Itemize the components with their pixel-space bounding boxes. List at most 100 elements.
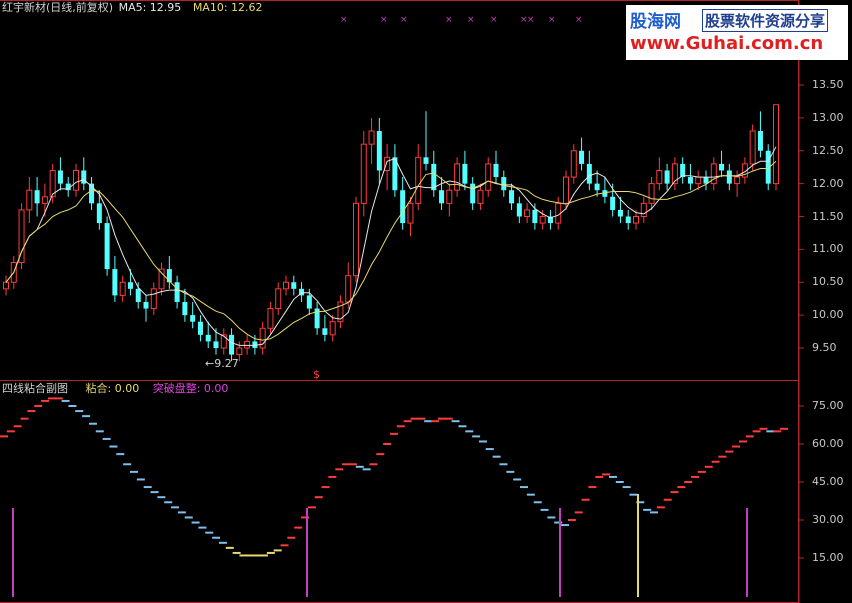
candle-body — [407, 202, 414, 224]
main-chart-header: 红宇新材(日线,前复权) MA5: 12.95 MA10: 12.62 — [2, 1, 263, 15]
candle-body — [470, 183, 476, 204]
candle-body — [485, 163, 492, 191]
candle-body — [423, 157, 429, 164]
low-price-value: 9.27 — [214, 357, 239, 370]
indicator-tick-label: 60.00 — [812, 437, 844, 450]
candle-body — [640, 202, 647, 218]
candle-body — [236, 347, 243, 356]
watermark-panel: 股海网 股票软件资源分享 www.Guhai.com.cn — [626, 5, 848, 60]
candle-body — [96, 203, 102, 224]
watermark-slogan: 股票软件资源分享 — [702, 9, 829, 32]
signal-marker: × — [380, 15, 388, 25]
candle-body — [213, 341, 219, 348]
candle-body — [368, 130, 375, 145]
price-tick-label: 12.50 — [812, 143, 844, 157]
candle-body — [633, 216, 639, 224]
price-tick-label: 9.50 — [812, 341, 837, 354]
candle-body — [34, 190, 40, 204]
candle-body — [73, 169, 79, 191]
low-price-arrow: ← — [205, 357, 215, 370]
candle-body — [610, 196, 616, 210]
candle-body — [306, 295, 312, 309]
candle-body — [41, 196, 48, 204]
candle-body — [532, 209, 538, 224]
signal-marker: × — [490, 15, 498, 25]
candle-body — [376, 131, 382, 171]
candle-body — [415, 156, 422, 204]
signal-marker: × — [467, 15, 475, 25]
candle-body — [586, 163, 592, 184]
candle-body — [150, 288, 157, 310]
candle-body — [57, 170, 63, 184]
candle-body — [190, 315, 196, 322]
candle-body — [493, 163, 499, 178]
signal-marker: × — [575, 15, 583, 25]
indicator-tick-label: 75.00 — [812, 399, 844, 412]
candle-body — [539, 216, 546, 224]
candle-body — [119, 281, 126, 296]
candle-body — [749, 130, 756, 165]
candle-body — [182, 301, 188, 316]
indicator-tick-label: 30.00 — [812, 513, 844, 526]
candle-body — [291, 282, 297, 289]
indicator-tick-label: 15.00 — [812, 551, 844, 564]
candle-body — [18, 209, 25, 264]
candle-body — [360, 143, 367, 204]
candle-body — [680, 163, 686, 178]
candle-body — [695, 176, 702, 185]
indicator-name: 四线粘合副图 — [2, 382, 68, 395]
candle-body — [509, 190, 515, 204]
low-price-label: ←9.27 — [205, 357, 239, 370]
candle-body — [625, 216, 631, 224]
candle-body — [244, 340, 251, 349]
signal-marker: × — [548, 15, 556, 25]
candle-body — [719, 163, 725, 171]
price-tick-label: 12.00 — [812, 176, 844, 190]
candle-body — [734, 176, 741, 185]
price-tick-label: 11.50 — [812, 209, 844, 223]
candle-body — [617, 209, 623, 217]
signal-marker: × — [400, 15, 408, 25]
candle-body — [174, 282, 180, 302]
watermark-url: www.Guhai.com.cn — [630, 33, 824, 54]
candle-body — [135, 288, 141, 302]
candle-body — [446, 189, 453, 204]
candle-body — [687, 177, 693, 184]
chart-canvas: × × × × × × × × × × — [0, 0, 804, 603]
candle-body — [726, 170, 732, 184]
candle-body — [3, 281, 9, 290]
candle-body — [570, 150, 577, 178]
candle-body — [229, 334, 235, 355]
candle-body — [462, 163, 468, 184]
candle-body — [259, 327, 266, 349]
candle-body — [664, 170, 670, 184]
candle-body — [594, 183, 600, 191]
indicator-tick-label: 45.00 — [812, 475, 844, 488]
price-tick-label: 10.00 — [812, 308, 844, 322]
signal-marker: × — [445, 15, 453, 25]
signal-marker: × — [527, 15, 535, 25]
candle-body — [112, 269, 118, 296]
candle-body — [516, 203, 522, 217]
candle-body — [648, 183, 655, 204]
breakout-label: 突破盘整: 0.00 — [152, 382, 229, 395]
candle-body — [454, 163, 461, 191]
candle-body — [656, 169, 663, 185]
candle-body — [127, 282, 133, 289]
watermark-logo: 股海网 — [630, 12, 681, 32]
candle-body — [205, 334, 211, 342]
candle-body — [757, 131, 763, 151]
candle-body — [143, 301, 149, 309]
candle-body — [275, 288, 282, 310]
candle-body — [439, 190, 445, 204]
candle-body — [579, 150, 585, 164]
ma10-label: MA10: 12.62 — [192, 1, 263, 14]
candle-body — [524, 209, 531, 218]
candle-body — [322, 328, 328, 335]
candle-body — [400, 190, 406, 224]
candle-body — [563, 176, 569, 204]
candle-body — [267, 308, 274, 329]
sub-chart-header: 四线粘合副图 粘合: 0.00 突破盘整: 0.00 — [2, 382, 228, 396]
candle-body — [26, 189, 33, 211]
candle-body — [158, 268, 165, 290]
